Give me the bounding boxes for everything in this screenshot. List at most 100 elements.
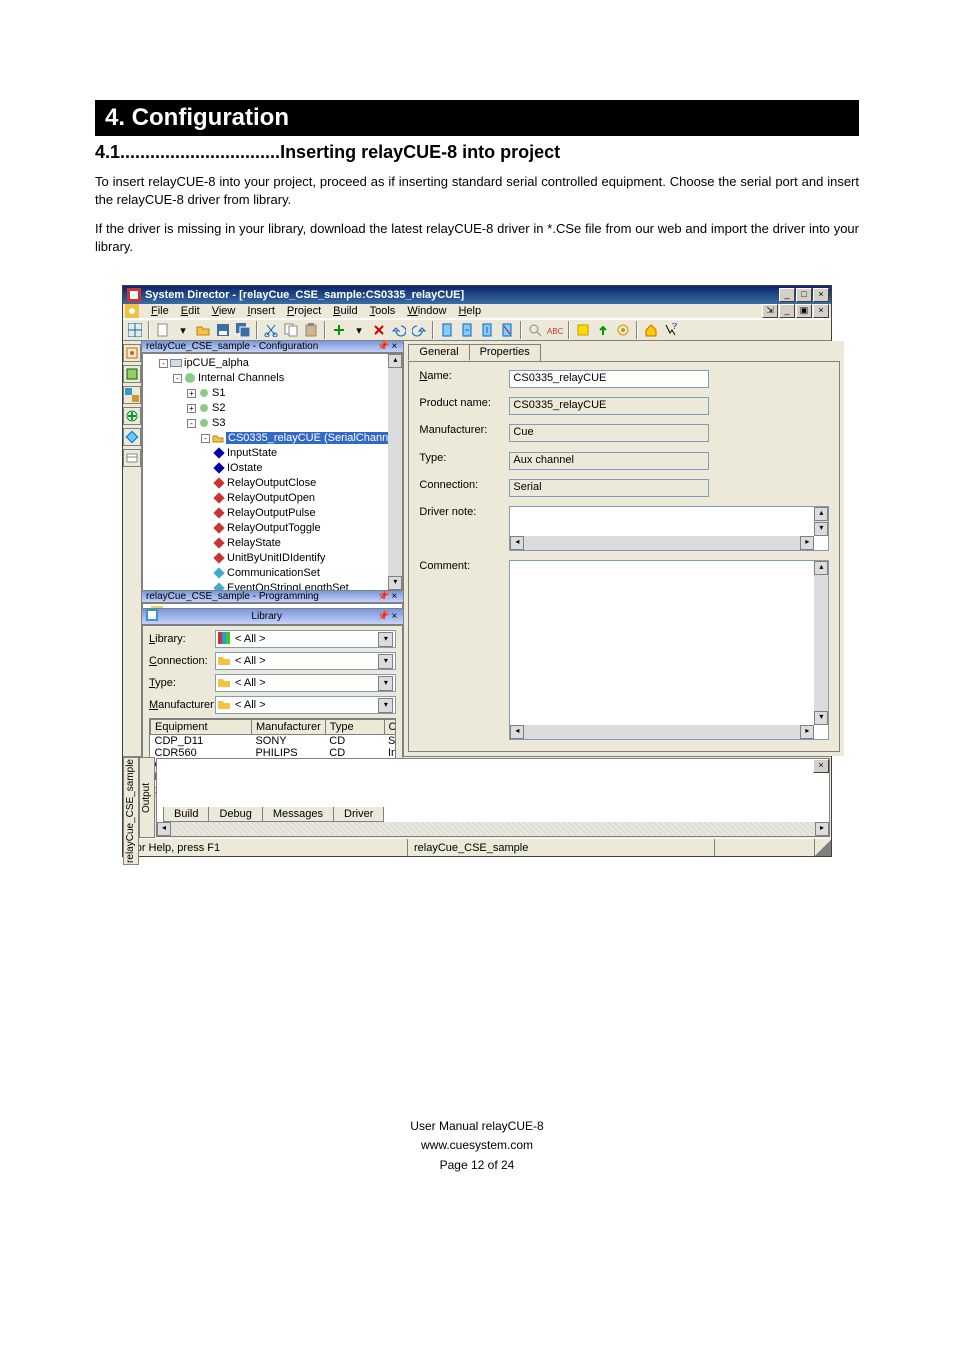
tree-method[interactable]: InputState bbox=[227, 447, 277, 459]
scroll-up-icon[interactable]: ▴ bbox=[388, 354, 402, 368]
vtab-sample[interactable]: relayCue_CSE_sample bbox=[123, 757, 139, 865]
vtab-output[interactable]: Output bbox=[139, 757, 155, 838]
btab-debug[interactable]: Debug bbox=[208, 807, 262, 822]
tb-saveall-icon[interactable] bbox=[235, 322, 251, 338]
tb-cut-icon[interactable] bbox=[263, 322, 279, 338]
prop-comment-field[interactable]: ▴▾ ◂▸ bbox=[509, 560, 829, 740]
scroll-right-icon[interactable]: ▸ bbox=[815, 822, 829, 836]
config-panel-header[interactable]: relayCue_CSE_sample - Configuration 📌 × bbox=[142, 341, 403, 353]
mdi-close-button[interactable]: × bbox=[813, 304, 829, 318]
tree-method[interactable]: RelayOutputClose bbox=[227, 477, 316, 489]
tb-settings-icon[interactable] bbox=[615, 322, 631, 338]
tb-add-icon[interactable] bbox=[331, 322, 347, 338]
tb-grid-icon[interactable] bbox=[127, 322, 143, 338]
mdi-restore-button[interactable]: ⇲ bbox=[762, 304, 778, 318]
btab-messages[interactable]: Messages bbox=[262, 807, 334, 822]
btab-build[interactable]: Build bbox=[163, 807, 209, 822]
scroll-left-icon[interactable]: ◂ bbox=[510, 536, 524, 550]
menu-project[interactable]: Project bbox=[281, 305, 327, 317]
tb-undo-icon[interactable] bbox=[391, 322, 407, 338]
tb-save-icon[interactable] bbox=[215, 322, 231, 338]
output-close-button[interactable]: × bbox=[813, 759, 829, 773]
tb-copy-icon[interactable] bbox=[283, 322, 299, 338]
scroll-down-icon[interactable]: ▾ bbox=[814, 711, 828, 725]
tree-expand-icon[interactable]: + bbox=[187, 389, 196, 398]
tab-properties[interactable]: Properties bbox=[469, 344, 541, 361]
tree-scrollbar[interactable]: ▴▾ bbox=[388, 354, 402, 590]
dropdown-icon[interactable]: ▾ bbox=[378, 676, 393, 691]
tree-method[interactable]: IOstate bbox=[227, 462, 262, 474]
tree-method[interactable]: RelayOutputPulse bbox=[227, 507, 316, 519]
tree-collapse-icon[interactable]: - bbox=[187, 419, 196, 428]
tree-method[interactable]: EventOnStringLengthSet bbox=[227, 582, 349, 591]
tb-compile-icon[interactable] bbox=[575, 322, 591, 338]
tb-home-icon[interactable] bbox=[643, 322, 659, 338]
sb-btn-4[interactable] bbox=[123, 407, 141, 425]
tree-root[interactable]: ipCUE_alpha bbox=[184, 357, 249, 369]
tree-method[interactable]: RelayOutputOpen bbox=[227, 492, 315, 504]
menu-window[interactable]: Window bbox=[401, 305, 452, 317]
lib-type-combo[interactable]: < All >▾ bbox=[215, 674, 396, 692]
tree-method[interactable]: CommunicationSet bbox=[227, 567, 320, 579]
dropdown-icon[interactable]: ▾ bbox=[378, 698, 393, 713]
note-scroll-v[interactable]: ▴▾ bbox=[814, 507, 828, 536]
tb-contexthelp-icon[interactable]: ? bbox=[663, 322, 679, 338]
scroll-up-icon[interactable]: ▴ bbox=[814, 507, 828, 521]
note-scroll-h[interactable]: ◂▸ bbox=[510, 536, 814, 550]
close-icon[interactable]: × bbox=[389, 612, 399, 622]
tb-bookmark1-icon[interactable] bbox=[439, 322, 455, 338]
table-row[interactable]: CDP_D11SONYCDSer bbox=[151, 735, 397, 748]
lib-library-combo[interactable]: < All >▾ bbox=[215, 630, 396, 648]
menu-tools[interactable]: Tools bbox=[364, 305, 402, 317]
tb-abc-icon[interactable]: ABC bbox=[547, 322, 563, 338]
menu-insert[interactable]: Insert bbox=[241, 305, 281, 317]
output-area[interactable]: × Build Debug Messages Driver ◂▸ bbox=[156, 758, 830, 837]
tree-s1[interactable]: S1 bbox=[212, 387, 225, 399]
close-button[interactable]: × bbox=[813, 288, 829, 302]
scroll-left-icon[interactable]: ◂ bbox=[510, 725, 524, 739]
comment-scroll-h[interactable]: ◂▸ bbox=[510, 725, 814, 739]
lib-manufacturer-combo[interactable]: < All >▾ bbox=[215, 696, 396, 714]
tree-method[interactable]: UnitByUnitIDIdentify bbox=[227, 552, 325, 564]
lib-connection-combo[interactable]: < All >▾ bbox=[215, 652, 396, 670]
menu-file[interactable]: File bbox=[145, 305, 175, 317]
tb-dropdown-icon[interactable]: ▾ bbox=[175, 322, 191, 338]
tab-general[interactable]: General bbox=[408, 344, 469, 361]
menu-edit[interactable]: Edit bbox=[175, 305, 206, 317]
tb-new-icon[interactable] bbox=[155, 322, 171, 338]
tb-dropdown2-icon[interactable]: ▾ bbox=[351, 322, 367, 338]
menu-help[interactable]: Help bbox=[452, 305, 487, 317]
resize-grip-icon[interactable] bbox=[815, 840, 831, 856]
col-equipment[interactable]: Equipment bbox=[151, 720, 252, 735]
scroll-right-icon[interactable]: ▸ bbox=[800, 536, 814, 550]
tree-collapse-icon[interactable]: - bbox=[173, 374, 182, 383]
tree-expand-icon[interactable]: + bbox=[187, 404, 196, 413]
tree-method[interactable]: RelayState bbox=[227, 537, 281, 549]
sb-btn-6[interactable] bbox=[123, 449, 141, 467]
minimize-button[interactable]: _ bbox=[779, 288, 795, 302]
mdi-icon[interactable] bbox=[125, 304, 139, 318]
programming-panel-header[interactable]: relayCue_CSE_sample - Programming 📌 × bbox=[142, 591, 403, 603]
tree-s2[interactable]: S2 bbox=[212, 402, 225, 414]
sb-btn-2[interactable] bbox=[123, 365, 141, 383]
menu-build[interactable]: Build bbox=[327, 305, 363, 317]
scroll-right-icon[interactable]: ▸ bbox=[800, 725, 814, 739]
sb-btn-1[interactable] bbox=[123, 344, 141, 362]
mdi-maximize-button[interactable]: ▣ bbox=[796, 304, 812, 318]
tb-open-icon[interactable] bbox=[195, 322, 211, 338]
pin-icon[interactable]: 📌 bbox=[377, 612, 387, 622]
scroll-down-icon[interactable]: ▾ bbox=[388, 576, 402, 590]
col-type[interactable]: Type bbox=[325, 720, 384, 735]
tree-internal-channels[interactable]: Internal Channels bbox=[198, 372, 284, 384]
tree-s3[interactable]: S3 bbox=[212, 417, 225, 429]
mdi-minimize-button[interactable]: _ bbox=[779, 304, 795, 318]
output-hscroll[interactable]: ◂▸ bbox=[157, 822, 829, 836]
menu-view[interactable]: View bbox=[206, 305, 242, 317]
library-panel-header[interactable]: Library 📌 × bbox=[142, 609, 403, 625]
sb-btn-3[interactable] bbox=[123, 386, 141, 404]
tb-delete-icon[interactable] bbox=[371, 322, 387, 338]
tb-redo-icon[interactable] bbox=[411, 322, 427, 338]
sb-btn-5[interactable] bbox=[123, 428, 141, 446]
scroll-track[interactable] bbox=[171, 822, 815, 836]
pin-icon[interactable]: 📌 bbox=[377, 342, 387, 352]
